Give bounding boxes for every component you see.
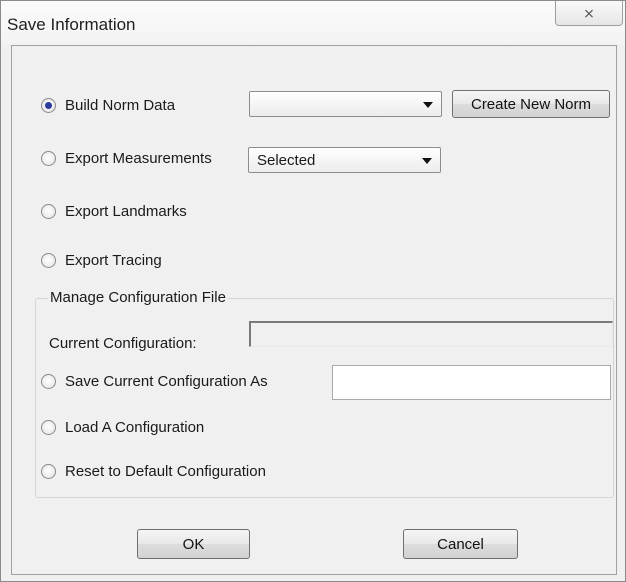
window-title: Save Information bbox=[7, 15, 136, 34]
close-button[interactable]: ⨯ bbox=[555, 1, 623, 26]
export-measurements-label: Export Measurements bbox=[65, 150, 212, 167]
load-configuration-label: Load A Configuration bbox=[65, 419, 205, 436]
cancel-button[interactable]: Cancel bbox=[403, 529, 518, 559]
export-tracing-option[interactable]: Export Tracing bbox=[41, 252, 162, 269]
chevron-down-icon bbox=[423, 102, 433, 108]
export-landmarks-option[interactable]: Export Landmarks bbox=[41, 203, 187, 220]
export-tracing-radio[interactable] bbox=[41, 253, 56, 268]
configuration-group-title: Manage Configuration File bbox=[48, 289, 228, 306]
export-landmarks-label: Export Landmarks bbox=[65, 203, 187, 220]
radio-selected-dot bbox=[45, 102, 52, 109]
reset-configuration-option[interactable]: Reset to Default Configuration bbox=[41, 463, 266, 480]
load-configuration-radio[interactable] bbox=[41, 420, 56, 435]
ok-button[interactable]: OK bbox=[137, 529, 250, 559]
close-icon: ⨯ bbox=[583, 4, 595, 21]
current-configuration-label: Current Configuration: bbox=[49, 335, 197, 352]
export-measurements-radio[interactable] bbox=[41, 151, 56, 166]
save-information-dialog: Save Information ⨯ Build Norm Data Creat… bbox=[0, 0, 626, 582]
build-norm-data-option[interactable]: Build Norm Data bbox=[41, 97, 175, 114]
save-configuration-as-option[interactable]: Save Current Configuration As bbox=[41, 373, 268, 390]
export-tracing-label: Export Tracing bbox=[65, 252, 162, 269]
norm-select[interactable] bbox=[249, 91, 442, 117]
export-measurements-option[interactable]: Export Measurements bbox=[41, 150, 212, 167]
configuration-name-input[interactable] bbox=[332, 365, 611, 400]
measurements-select-value: Selected bbox=[257, 151, 316, 169]
build-norm-data-label: Build Norm Data bbox=[65, 97, 176, 114]
load-configuration-option[interactable]: Load A Configuration bbox=[41, 419, 204, 436]
chevron-down-icon bbox=[422, 158, 432, 164]
current-configuration-field bbox=[249, 321, 613, 347]
save-configuration-as-label: Save Current Configuration As bbox=[65, 373, 268, 390]
measurements-select[interactable]: Selected bbox=[248, 147, 441, 173]
save-configuration-as-radio[interactable] bbox=[41, 374, 56, 389]
export-landmarks-radio[interactable] bbox=[41, 204, 56, 219]
reset-configuration-radio[interactable] bbox=[41, 464, 56, 479]
build-norm-data-radio[interactable] bbox=[41, 98, 56, 113]
create-new-norm-button[interactable]: Create New Norm bbox=[452, 90, 610, 118]
title-bar[interactable]: Save Information ⨯ bbox=[1, 1, 625, 45]
reset-configuration-label: Reset to Default Configuration bbox=[65, 463, 266, 480]
